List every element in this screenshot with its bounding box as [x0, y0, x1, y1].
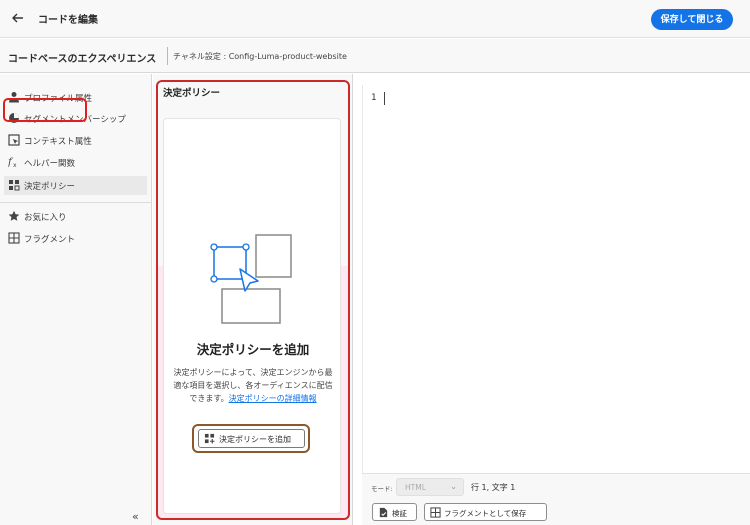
fragment-icon	[8, 232, 20, 244]
mode-select[interactable]: HTML ⌄	[396, 478, 464, 496]
fragment-icon	[430, 507, 441, 518]
context-icon	[8, 134, 20, 146]
sub-header: コードベースのエクスペリエンス チャネル設定 : Config-Luma-pro…	[0, 39, 750, 73]
decision-policy-icon	[9, 180, 20, 191]
page-title: コードを編集	[38, 15, 98, 26]
highlight-ring-nav	[3, 98, 87, 122]
validate-button[interactable]: 検証	[372, 503, 417, 521]
line-number: 1	[371, 93, 377, 103]
sidebar-item-decision-policy[interactable]: 決定ポリシー	[4, 176, 147, 195]
star-icon	[8, 210, 20, 221]
sidebar-item-context-attributes[interactable]: コンテキスト属性	[4, 131, 147, 150]
channel-setting: チャネル設定 : Config-Luma-product-website	[173, 52, 347, 61]
sidebar-item-fragments[interactable]: フラグメント	[4, 229, 147, 248]
cursor-position: 行 1, 文字 1	[471, 483, 516, 492]
sidebar-divider	[0, 202, 152, 203]
sidebar-item-helper-functions[interactable]: fx ヘルパー関数	[4, 153, 147, 172]
highlight-ring-panel	[156, 80, 350, 520]
top-bar: コードを編集 保存して閉じる	[0, 0, 750, 38]
collapse-sidebar-button[interactable]: «	[132, 510, 139, 523]
back-arrow-icon[interactable]	[10, 10, 26, 26]
save-and-close-button[interactable]: 保存して閉じる	[651, 9, 733, 30]
editor-status-bar: モード: HTML ⌄ 行 1, 文字 1	[362, 473, 750, 499]
experience-title: コードベースのエクスペリエンス	[8, 54, 157, 65]
svg-text:x: x	[13, 162, 17, 168]
header-divider	[167, 47, 168, 65]
document-check-icon	[379, 507, 388, 518]
editor-toolbar: 検証 フラグメントとして保存	[362, 499, 750, 525]
mode-label: モード:	[371, 485, 393, 493]
code-editor[interactable]: 1	[362, 85, 750, 473]
sidebar-item-favorites[interactable]: お気に入り	[4, 207, 147, 226]
sidebar: プロファイル属性 セグメントメンバーシップ コンテキスト属性 fx ヘルパー関数…	[0, 74, 152, 525]
text-cursor	[384, 92, 385, 105]
save-as-fragment-button[interactable]: フラグメントとして保存	[424, 503, 547, 521]
function-icon: fx	[8, 157, 17, 168]
chevron-down-icon: ⌄	[450, 482, 457, 491]
